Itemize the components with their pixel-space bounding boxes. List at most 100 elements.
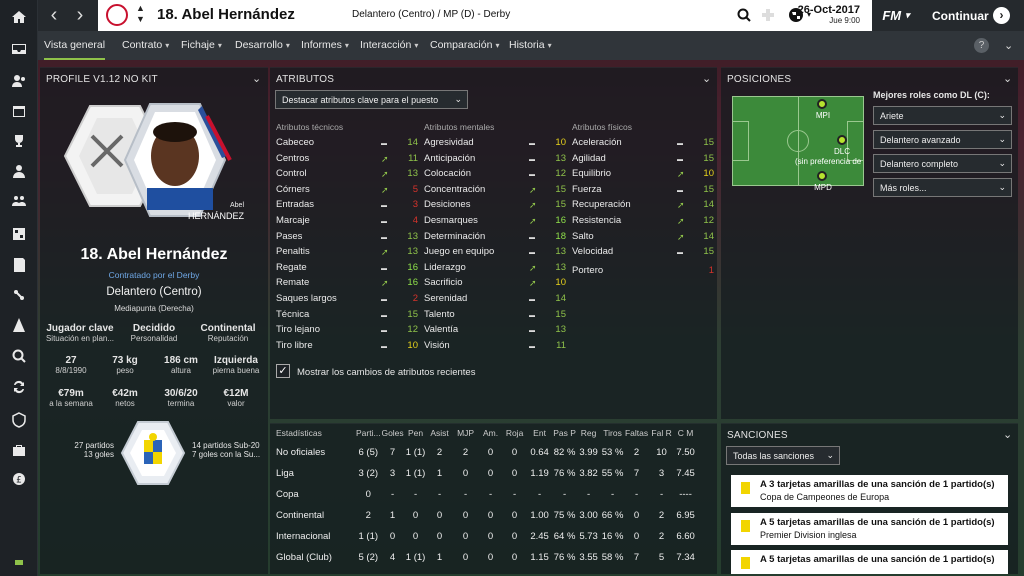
tab-desarrollo[interactable]: Desarrollo ▾ — [235, 31, 290, 60]
position-dot-mpi[interactable] — [817, 99, 827, 109]
scouting-icon[interactable] — [0, 310, 38, 340]
chevron-down-icon[interactable]: ⌄ — [252, 72, 261, 85]
briefcase-icon[interactable] — [0, 435, 38, 465]
attribute-row[interactable]: Concentración ➚ 15 — [424, 183, 566, 199]
attribute-row[interactable]: Tiro libre ▬ 10 — [276, 339, 418, 355]
position-dot-dlc[interactable] — [837, 135, 847, 145]
attribute-row[interactable]: Saques largos ▬ 2 — [276, 292, 418, 308]
attribute-row[interactable]: Fuerza ▬ 15 — [572, 183, 714, 199]
attribute-row[interactable]: Sacrificio ➚ 10 — [424, 276, 566, 292]
column-header[interactable]: Pas P — [553, 424, 577, 442]
inbox-icon[interactable] — [0, 34, 38, 64]
attribute-row[interactable]: Remate ➚ 16 — [276, 276, 418, 292]
tab-contrato[interactable]: Contrato ▾ — [122, 31, 169, 60]
squad-icon[interactable] — [0, 66, 38, 96]
position-dot-mpd[interactable] — [817, 171, 827, 181]
attribute-row[interactable]: Valentía ▬ 13 — [424, 323, 566, 339]
home-icon[interactable] — [0, 2, 38, 32]
attribute-row[interactable]: Velocidad ▬ 15 — [572, 245, 714, 261]
attribute-row[interactable]: Tiro lejano ▬ 12 — [276, 323, 418, 339]
back-icon[interactable]: ‹ — [42, 0, 66, 31]
fm-menu-button[interactable]: FM ▾ — [872, 0, 920, 31]
add-icon[interactable] — [758, 5, 778, 25]
column-header[interactable]: Faltas — [625, 424, 649, 442]
sanctions-filter-dropdown[interactable]: Todas las sanciones ⌄ — [726, 446, 840, 465]
attribute-row[interactable]: Salto ➚ 14 — [572, 230, 714, 246]
table-row[interactable]: Continental 2 1 0 0 0 0 0 1.00 75 % 3.00 66 % 0 2 6.95 — [276, 505, 697, 526]
attribute-row[interactable]: Control ➚ 13 — [276, 167, 418, 183]
help-button[interactable]: ? — [974, 38, 989, 53]
attribute-row[interactable]: Talento ▬ 15 — [424, 308, 566, 324]
attribute-row[interactable]: Penaltis ➚ 13 — [276, 245, 418, 261]
schedule-icon[interactable] — [0, 96, 38, 126]
attribute-row[interactable]: Córners ➚ 5 — [276, 183, 418, 199]
more-roles-dropdown[interactable]: Más roles... ⌄ — [873, 178, 1012, 197]
column-header[interactable]: Am. — [479, 424, 503, 442]
show-changes-checkbox[interactable]: ✓ — [276, 364, 290, 378]
table-row[interactable]: Internacional 1 (1) 0 0 0 0 0 0 2.45 64 % 5.73 16 %… — [276, 526, 697, 547]
highlight-dropdown[interactable]: Destacar atributos clave para el puesto … — [275, 90, 468, 109]
attribute-row[interactable]: Desiciones ➚ 15 — [424, 198, 566, 214]
column-header[interactable]: Parti... — [356, 424, 381, 442]
club-vision-icon[interactable] — [0, 405, 38, 435]
column-header[interactable]: Asist — [427, 424, 453, 442]
column-header[interactable]: Pen — [405, 424, 427, 442]
table-row[interactable]: Copa 0- - - - - - - - - - - - ---- — [276, 484, 697, 505]
attribute-row[interactable]: Determinación ▬ 18 — [424, 230, 566, 246]
tab-interaccion[interactable]: Interacción ▾ — [360, 31, 418, 60]
attribute-row[interactable]: Centros ➚ 11 — [276, 152, 418, 168]
column-header[interactable]: Ent — [527, 424, 553, 442]
column-header[interactable]: Goles — [381, 424, 405, 442]
transfers-icon[interactable] — [0, 372, 38, 402]
role-delantero-avanzado-dropdown[interactable]: Delantero avanzado ⌄ — [873, 130, 1012, 149]
role-ariete-dropdown[interactable]: Ariete ⌄ — [873, 106, 1012, 125]
tab-historia[interactable]: Historia ▾ — [509, 31, 552, 60]
column-header[interactable]: Reg — [577, 424, 601, 442]
attribute-row[interactable]: Técnica ▬ 15 — [276, 308, 418, 324]
goalkeeper-row[interactable]: Portero 1 — [572, 264, 714, 280]
tab-vista-general[interactable]: Vista general — [44, 31, 106, 60]
finances-icon[interactable]: £ — [0, 464, 38, 494]
chevron-down-icon[interactable]: ⌄ — [1004, 39, 1013, 52]
search-icon[interactable] — [0, 341, 38, 371]
attribute-row[interactable]: Juego en equipo ▬ 13 — [424, 245, 566, 261]
sanction-item[interactable]: A 5 tarjetas amarillas de una sanción de… — [731, 513, 1008, 545]
attribute-row[interactable]: Entradas ▬ 3 — [276, 198, 418, 214]
attribute-row[interactable]: Agilidad ▬ 15 — [572, 152, 714, 168]
search-icon[interactable] — [734, 5, 754, 25]
attribute-row[interactable]: Cabeceo ▬ 14 — [276, 136, 418, 152]
tab-informes[interactable]: Informes ▾ — [301, 31, 349, 60]
contracted-link[interactable]: Contratado por el Derby — [40, 270, 268, 280]
forward-icon[interactable]: › — [68, 0, 92, 31]
column-header[interactable]: Estadísticas — [276, 424, 356, 442]
attribute-row[interactable]: Recuperación ➚ 14 — [572, 198, 714, 214]
column-header[interactable]: MJP — [453, 424, 479, 442]
attribute-row[interactable]: Agresividad ▬ 10 — [424, 136, 566, 152]
attribute-row[interactable]: Anticipación ▬ 13 — [424, 152, 566, 168]
attribute-row[interactable]: Equilibrio ➚ 10 — [572, 167, 714, 183]
sanction-item[interactable]: A 3 tarjetas amarillas de una sanción de… — [731, 475, 1008, 507]
chevron-down-icon[interactable]: ⌄ — [1003, 428, 1012, 441]
sanction-item[interactable]: A 5 tarjetas amarillas de una sanción de… — [731, 550, 1008, 574]
attribute-row[interactable]: Serenidad ▬ 14 — [424, 292, 566, 308]
attribute-row[interactable]: Liderazgo ➚ 13 — [424, 261, 566, 277]
role-delantero-completo-dropdown[interactable]: Delantero completo ⌄ — [873, 154, 1012, 173]
chevron-down-icon[interactable]: ⌄ — [1003, 72, 1012, 85]
table-row[interactable]: Global (Club) 5 (2) 4 1 (1) 1 0 0 0 1.15 76 % 3.55… — [276, 547, 697, 568]
table-row[interactable]: No oficiales 6 (5) 7 1 (1) 2 2 0 0 0.64 82 % 3.99 5… — [276, 442, 697, 463]
tab-fichaje[interactable]: Fichaje ▾ — [181, 31, 222, 60]
attribute-row[interactable]: Regate ▬ 16 — [276, 261, 418, 277]
tab-comparacion[interactable]: Comparación ▾ — [430, 31, 499, 60]
column-header[interactable]: Fal R — [649, 424, 675, 442]
trophy-icon[interactable] — [0, 126, 38, 156]
attribute-row[interactable]: Resistencia ➚ 12 — [572, 214, 714, 230]
team-icon[interactable] — [0, 186, 38, 216]
attribute-row[interactable]: Marcaje ▬ 4 — [276, 214, 418, 230]
column-header[interactable]: Roja — [503, 424, 527, 442]
column-header[interactable]: Tiros — [601, 424, 625, 442]
attribute-row[interactable]: Pases ▬ 13 — [276, 230, 418, 246]
notebook-icon[interactable] — [0, 250, 38, 280]
table-row[interactable]: Liga 3 (2) 3 1 (1) 1 0 0 0 1.19 76 % 3.82 55 % 7 3 7.4… — [276, 463, 697, 484]
chevron-down-icon[interactable]: ⌄ — [702, 72, 711, 85]
column-header[interactable]: C M — [675, 424, 697, 442]
